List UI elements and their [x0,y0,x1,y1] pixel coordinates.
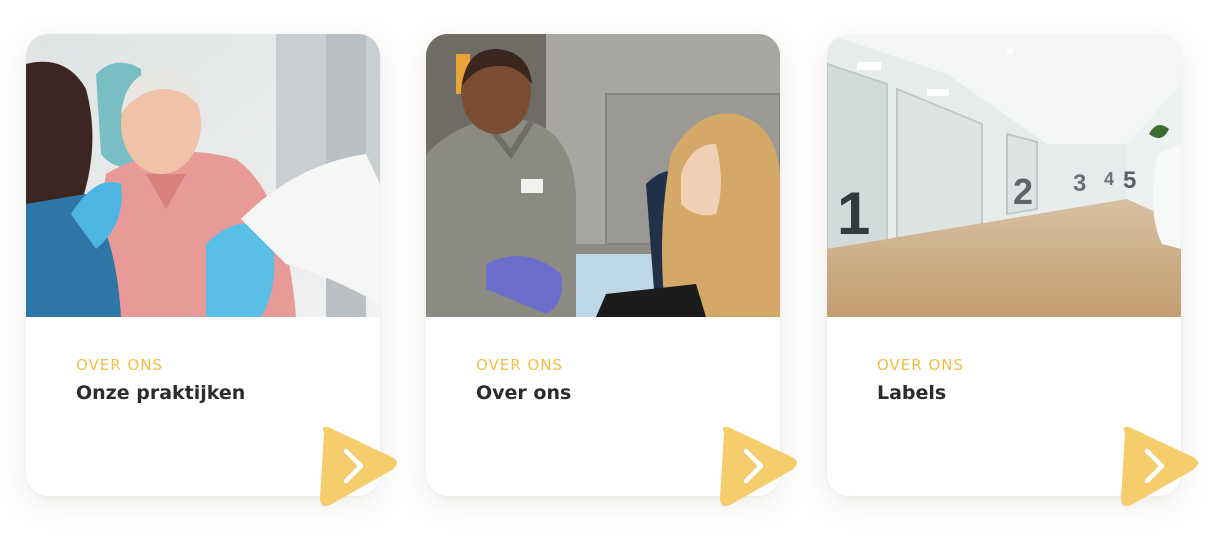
room-number: 2 [1013,171,1033,212]
chevron-right-icon [720,426,797,506]
eyebrow-label: OVER ONS [476,356,564,374]
next-button[interactable] [1113,424,1203,510]
dental-staff-photo [426,34,780,317]
chevron-right-icon [1121,426,1198,506]
next-button[interactable] [312,424,402,510]
card-title[interactable]: Over ons [476,382,571,404]
card-title[interactable]: Onze praktijken [76,382,245,404]
chevron-right-icon [320,426,397,506]
next-button[interactable] [712,424,802,510]
room-number: 1 [837,180,870,247]
card-labels[interactable]: 1 2 3 4 5 OVER ONS Labels [827,34,1198,506]
eyebrow-label: OVER ONS [877,356,965,374]
card-title[interactable]: Labels [877,382,946,404]
room-number: 4 [1104,169,1114,189]
room-number: 3 [1073,170,1086,197]
dentist-patient-photo [26,34,380,317]
room-number: 5 [1123,167,1136,194]
card-over-ons[interactable]: OVER ONS Over ons [426,34,797,506]
card-onze-praktijken[interactable]: OVER ONS Onze praktijken [26,34,397,506]
clinic-hallway-photo: 1 2 3 4 5 [827,34,1181,317]
eyebrow-label: OVER ONS [76,356,164,374]
card-row: OVER ONS Onze praktijken OVER ONS Over o… [0,0,1232,553]
